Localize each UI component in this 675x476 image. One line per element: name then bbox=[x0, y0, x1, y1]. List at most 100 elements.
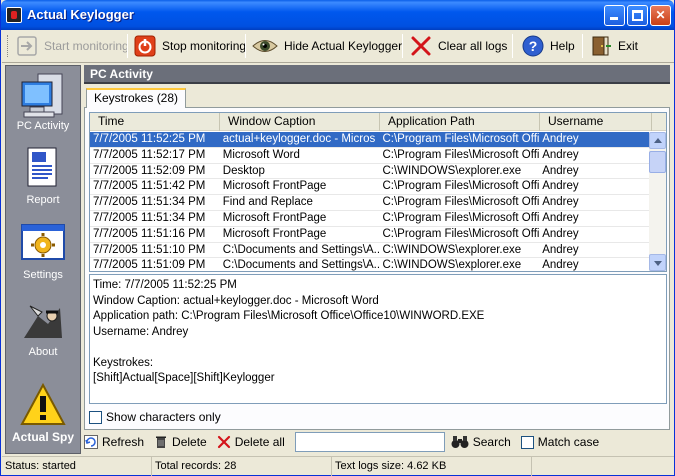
detail-time: Time: 7/7/2005 11:52:25 PM bbox=[93, 279, 237, 291]
main-pane: PC Activity Keystrokes (28) Time Window … bbox=[84, 65, 670, 454]
cell-window-caption: Desktop bbox=[222, 164, 265, 177]
svg-text:?: ? bbox=[529, 38, 538, 54]
table-row[interactable]: 7/7/2005 11:52:17 PM Microsoft Word C:\Pro… bbox=[90, 148, 651, 164]
minimize-button[interactable] bbox=[604, 5, 625, 26]
delete-all-label: Delete all bbox=[234, 435, 285, 449]
cell-username: Andrey bbox=[542, 180, 579, 193]
cell-window-caption: Find and Replace bbox=[222, 196, 313, 209]
sidebar-item-pc-activity[interactable]: PC Activity bbox=[6, 72, 80, 132]
detail-keystrokes-value: [Shift]Actual[Space][Shift]Keylogger bbox=[93, 372, 275, 384]
sidebar-item-settings[interactable]: Settings bbox=[6, 221, 80, 281]
sidebar-item-report[interactable]: Report bbox=[6, 146, 80, 206]
scroll-up-button[interactable] bbox=[649, 132, 666, 149]
sidebar-item-label: About bbox=[28, 346, 58, 358]
cell-time: 7/7/2005 11:51:34 PM bbox=[93, 211, 206, 224]
cell-application-path: C:\Program Files\Microsoft Offi... bbox=[382, 227, 540, 240]
start-monitoring-button[interactable]: Start monitoring bbox=[16, 32, 129, 60]
cell-application-path: C:\Program Files\Microsoft Offi... bbox=[382, 196, 540, 209]
table-row[interactable]: 7/7/2005 11:51:16 PM Microsoft FrontPage C… bbox=[90, 227, 651, 243]
cell-username: Andrey bbox=[542, 148, 579, 161]
close-button[interactable]: ✕ bbox=[650, 5, 671, 26]
action-bar: Refresh Delete Delete all Search Match c… bbox=[84, 431, 670, 453]
cell-username: Andrey bbox=[542, 164, 579, 177]
table-row[interactable]: 7/7/2005 11:52:25 PM actual+keylogger.doc… bbox=[90, 132, 651, 148]
exit-door-icon bbox=[590, 35, 612, 57]
cell-application-path: C:\WINDOWS\explorer.exe bbox=[382, 259, 522, 272]
cell-application-path: C:\WINDOWS\explorer.exe bbox=[382, 243, 522, 256]
binoculars-icon bbox=[451, 435, 469, 449]
toolbar-separator bbox=[402, 34, 403, 58]
show-characters-only-label: Show characters only bbox=[106, 410, 221, 424]
start-monitoring-label: Start monitoring bbox=[44, 39, 129, 53]
tab-keystrokes[interactable]: Keystrokes (28) bbox=[86, 88, 187, 109]
arrow-right-icon bbox=[16, 35, 38, 57]
table-row[interactable]: 7/7/2005 11:51:34 PM Find and Replace C:\P… bbox=[90, 195, 651, 211]
spy-icon bbox=[20, 298, 66, 344]
scroll-thumb[interactable] bbox=[649, 151, 666, 173]
maximize-button[interactable] bbox=[627, 5, 648, 26]
refresh-icon bbox=[84, 435, 98, 449]
help-button[interactable]: ? Help bbox=[522, 32, 575, 60]
warning-icon bbox=[20, 382, 66, 428]
cell-application-path: C:\Program Files\Microsoft Offi... bbox=[382, 133, 540, 145]
cell-username: Andrey bbox=[542, 227, 579, 240]
chevron-up-icon bbox=[654, 138, 662, 143]
hide-keylogger-button[interactable]: Hide Actual Keylogger bbox=[252, 32, 402, 60]
column-header-application-path[interactable]: Application Path bbox=[380, 113, 540, 131]
cell-time: 7/7/2005 11:52:25 PM bbox=[93, 133, 206, 145]
help-icon: ? bbox=[522, 35, 544, 57]
tab-content: Time Window Caption Application Path Use… bbox=[84, 108, 670, 430]
log-table: Time Window Caption Application Path Use… bbox=[89, 112, 667, 272]
red-x-icon bbox=[217, 435, 231, 449]
cell-window-caption: actual+keylogger.doc - Micros bbox=[222, 133, 376, 145]
exit-button[interactable]: Exit bbox=[590, 32, 638, 60]
table-row[interactable]: 7/7/2005 11:51:34 PM Microsoft FrontPage C… bbox=[90, 211, 651, 227]
table-row[interactable]: 7/7/2005 11:51:42 PM Microsoft FrontPage C… bbox=[90, 179, 651, 196]
show-characters-only-checkbox[interactable]: Show characters only bbox=[89, 408, 221, 426]
brand-logo: Actual Spy bbox=[6, 382, 80, 444]
cell-window-caption: C:\Documents and Settings\A... bbox=[222, 243, 380, 256]
settings-icon bbox=[20, 221, 66, 267]
match-case-checkbox[interactable]: Match case bbox=[520, 435, 599, 449]
trash-icon bbox=[154, 435, 168, 449]
sidebar-item-about[interactable]: About bbox=[6, 298, 80, 358]
table-body: 7/7/2005 11:52:25 PM actual+keylogger.doc… bbox=[90, 132, 651, 272]
table-row[interactable]: 7/7/2005 11:51:09 PM C:\Documents and Set… bbox=[90, 258, 651, 272]
cell-time: 7/7/2005 11:51:34 PM bbox=[93, 196, 206, 209]
delete-button[interactable]: Delete bbox=[154, 435, 207, 449]
detail-path: Application path: C:\Program Files\Micro… bbox=[93, 310, 485, 322]
column-header-window-caption[interactable]: Window Caption bbox=[220, 113, 380, 131]
checkbox-box[interactable] bbox=[520, 435, 534, 449]
search-label: Search bbox=[472, 435, 511, 449]
app-window: Actual Keylogger ✕ Start monitoring Stop… bbox=[0, 0, 675, 476]
checkbox-box[interactable] bbox=[89, 410, 102, 424]
column-header-username[interactable]: Username bbox=[540, 113, 652, 131]
refresh-label: Refresh bbox=[102, 435, 145, 449]
page-title: PC Activity bbox=[84, 65, 670, 84]
scroll-down-button[interactable] bbox=[649, 254, 666, 271]
status-log-size: Text logs size: 4.62 KB bbox=[332, 457, 532, 476]
detail-user: Username: Andrey bbox=[93, 325, 189, 338]
detail-caption: Window Caption: actual+keylogger.doc - M… bbox=[93, 294, 379, 307]
cell-username: Andrey bbox=[542, 196, 579, 209]
column-header-time[interactable]: Time bbox=[90, 113, 220, 131]
record-detail: Time: 7/7/2005 11:52:25 PM Window Captio… bbox=[89, 274, 667, 404]
stop-monitoring-button[interactable]: Stop monitoring bbox=[134, 32, 246, 60]
search-input[interactable] bbox=[294, 432, 445, 452]
table-row[interactable]: 7/7/2005 11:52:09 PM Desktop C:\WINDOWS\ex… bbox=[90, 164, 651, 180]
clear-all-logs-button[interactable]: Clear all logs bbox=[410, 32, 507, 60]
search-button[interactable]: Search bbox=[451, 435, 511, 449]
toolbar-separator bbox=[582, 34, 583, 58]
red-x-icon bbox=[410, 35, 432, 57]
cell-application-path: C:\WINDOWS\explorer.exe bbox=[382, 164, 522, 177]
title-bar[interactable]: Actual Keylogger ✕ bbox=[1, 0, 674, 30]
delete-all-button[interactable]: Delete all bbox=[217, 435, 285, 449]
table-row[interactable]: 7/7/2005 11:51:10 PM C:\Documents and Set… bbox=[90, 243, 651, 259]
clear-all-logs-label: Clear all logs bbox=[438, 39, 508, 53]
cell-time: 7/7/2005 11:51:16 PM bbox=[93, 227, 206, 240]
cell-time: 7/7/2005 11:52:09 PM bbox=[93, 164, 206, 177]
maximize-icon bbox=[632, 10, 643, 21]
status-total-records: Total records: 28 bbox=[152, 457, 332, 476]
vertical-scrollbar[interactable] bbox=[649, 132, 666, 271]
refresh-button[interactable]: Refresh bbox=[84, 435, 144, 449]
